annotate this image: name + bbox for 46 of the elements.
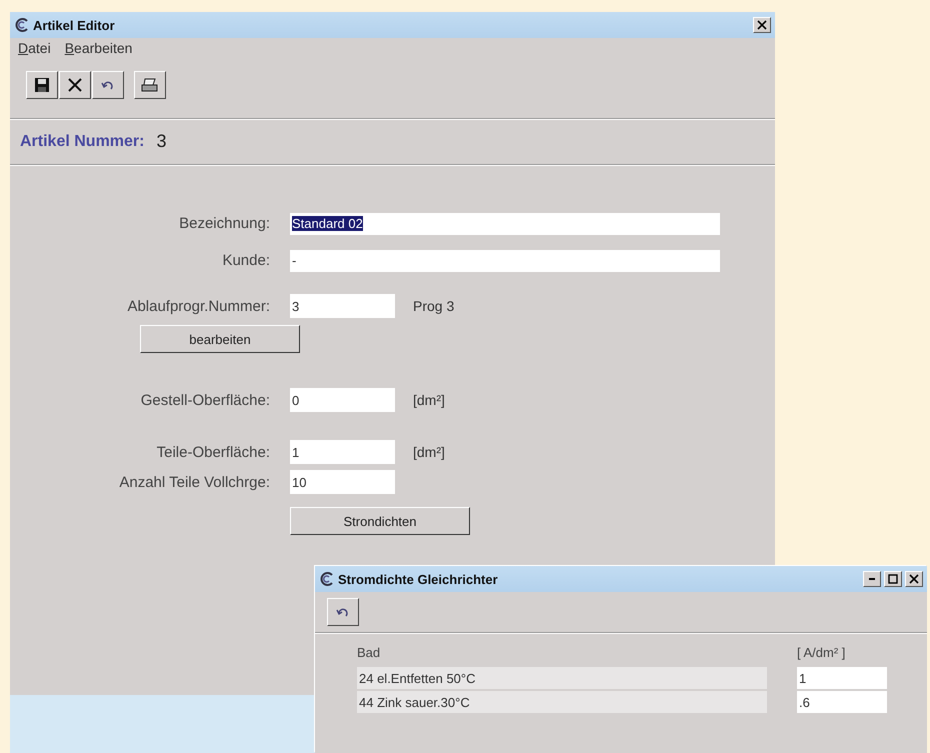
minimize-icon [869, 578, 875, 580]
column-header: Bad [357, 645, 382, 662]
input-field[interactable]: 1 [290, 440, 395, 464]
save-button[interactable] [26, 71, 58, 99]
input-field[interactable]: 10 [290, 470, 395, 494]
close-icon [757, 20, 767, 30]
field-label: Gestell-Oberfläche: [140, 392, 271, 408]
current-density-button[interactable]: Strondichten [290, 507, 470, 535]
swirl-icon [14, 17, 30, 33]
close-icon [909, 574, 919, 584]
article-number: 3 [156, 131, 166, 152]
input-field[interactable]: 1 [797, 667, 887, 689]
field-label: Kunde: [221, 252, 271, 269]
menu-item[interactable]: Datei [18, 40, 51, 58]
window-title: Stromdichte Gleichrichter [338, 572, 499, 586]
input-field[interactable]: 3 [290, 294, 395, 318]
table-cell: 24 el.Entfetten 50°C [357, 667, 767, 689]
undo-button[interactable] [327, 598, 359, 626]
undo-button[interactable] [92, 71, 124, 99]
unit-label: Prog 3 [413, 298, 454, 314]
input-field[interactable]: .6 [797, 691, 887, 713]
input-field[interactable]: Standard 02 [290, 212, 720, 234]
maximize-button[interactable] [884, 571, 902, 587]
window-title: Artikel Editor [33, 18, 116, 32]
minimize-button[interactable] [863, 571, 881, 587]
field-label: Anzahl Teile Vollchrge: [118, 474, 271, 490]
delete-button[interactable] [59, 71, 91, 99]
maximize-icon [888, 574, 898, 584]
close-button[interactable] [905, 571, 923, 587]
printer-icon [141, 77, 159, 93]
print-button[interactable] [134, 71, 166, 99]
menu-item[interactable]: Bearbeiten [64, 40, 132, 58]
edit-button[interactable]: bearbeiten [140, 325, 300, 353]
unit-label: [dm²] [413, 444, 445, 460]
article-number-label: Artikel Nummer: [20, 132, 144, 150]
field-label: Teile-Oberfläche: [156, 444, 271, 460]
unit-label: [dm²] [413, 392, 445, 408]
swirl-icon [319, 571, 335, 587]
field-label: Ablaufprogr.Nummer: [126, 298, 271, 314]
close-button[interactable] [753, 17, 771, 33]
table-cell: 44 Zink sauer.30°C [357, 691, 767, 713]
column-header: [ A/dm² ] [797, 645, 846, 662]
field-label: Bezeichnung: [178, 215, 271, 232]
input-field[interactable]: - [290, 250, 720, 272]
cross-icon [67, 77, 83, 93]
input-field[interactable]: 0 [290, 388, 395, 412]
